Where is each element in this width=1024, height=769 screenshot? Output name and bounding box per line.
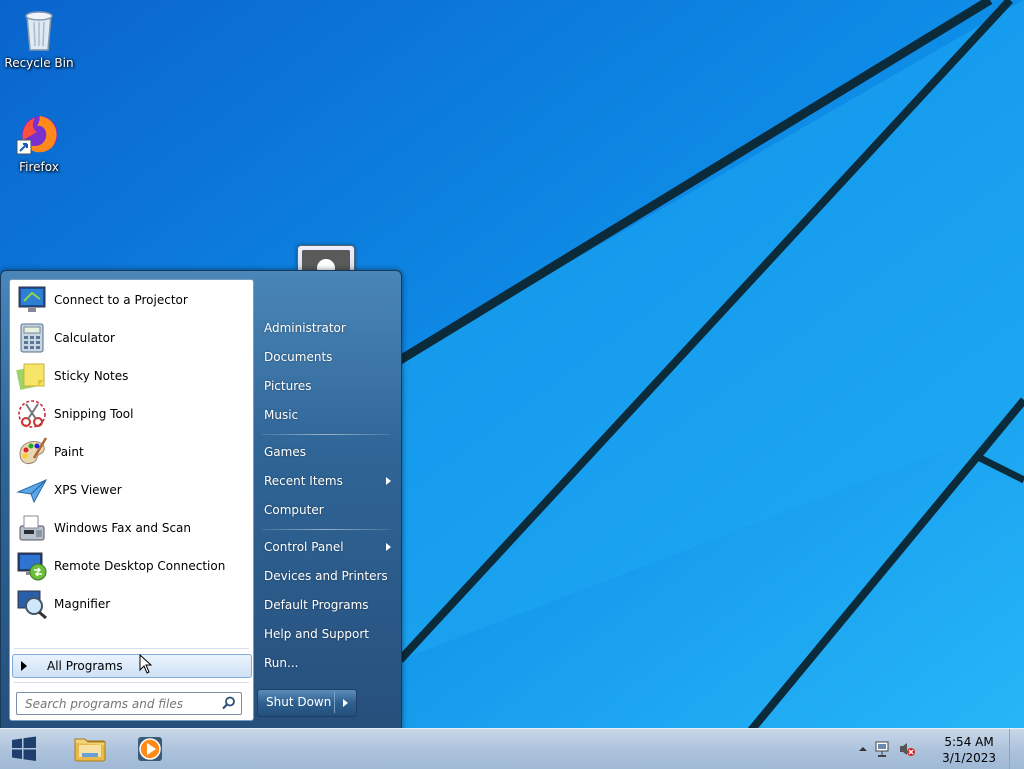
program-paint[interactable]: Paint	[12, 434, 250, 470]
program-snipping-tool[interactable]: Snipping Tool	[12, 396, 250, 432]
link-label: Help and Support	[264, 627, 369, 641]
right-pane-separator	[262, 434, 390, 435]
start-link-help-and-support[interactable]: Help and Support	[262, 621, 394, 647]
programs-separator	[14, 648, 249, 649]
link-label: Administrator	[264, 321, 346, 335]
firefox-icon	[15, 110, 63, 158]
clock-time: 5:54 AM	[944, 735, 994, 749]
magnifier-icon	[16, 588, 48, 620]
search-input[interactable]	[23, 695, 217, 713]
shut-down-divider	[334, 692, 335, 713]
start-link-default-programs[interactable]: Default Programs	[262, 592, 394, 618]
remote-desktop-icon	[16, 550, 48, 582]
program-label: Calculator	[54, 331, 115, 345]
media-player-icon	[138, 737, 162, 761]
shut-down-button[interactable]: Shut Down	[257, 689, 357, 717]
start-link-pictures[interactable]: Pictures	[262, 373, 394, 399]
paper-plane-icon	[16, 474, 48, 506]
start-link-music[interactable]: Music	[262, 402, 394, 428]
program-label: Windows Fax and Scan	[54, 521, 192, 535]
taskbar: 5:54 AM 3/1/2023	[0, 728, 1024, 769]
program-label: Paint	[54, 445, 84, 459]
desktop-icon-label: Firefox	[19, 160, 59, 174]
projector-icon	[16, 284, 48, 316]
sticky-notes-icon	[16, 360, 48, 392]
calculator-icon	[16, 322, 48, 354]
all-programs-button[interactable]: All Programs	[12, 654, 252, 678]
taskbar-file-explorer[interactable]	[72, 733, 108, 765]
recycle-bin-icon	[15, 6, 63, 54]
link-label: Devices and Printers	[264, 569, 388, 583]
link-label: Music	[264, 408, 299, 422]
start-link-devices-and-printers[interactable]: Devices and Printers	[262, 563, 394, 589]
start-link-control-panel[interactable]: Control Panel	[262, 534, 394, 560]
link-label: Run...	[264, 656, 299, 670]
show-hidden-icons-icon[interactable]	[858, 745, 868, 753]
clock-date: 3/1/2023	[942, 751, 996, 765]
start-link-recent-items[interactable]: Recent Items	[262, 468, 394, 494]
start-link-games[interactable]: Games	[262, 439, 394, 465]
start-link-administrator[interactable]: Administrator	[262, 315, 394, 341]
paint-palette-icon	[16, 436, 48, 468]
scissors-icon	[16, 398, 48, 430]
link-label: Default Programs	[264, 598, 369, 612]
program-label: Sticky Notes	[54, 369, 129, 383]
desktop-icon-label: Recycle Bin	[4, 56, 74, 70]
mouse-cursor-icon	[139, 654, 153, 674]
search-icon[interactable]	[222, 696, 236, 713]
show-desktop-button[interactable]	[1009, 729, 1024, 769]
start-menu-programs-pane: Connect to a Projector Calculator Sticky…	[9, 279, 254, 721]
taskbar-media-player[interactable]	[132, 733, 168, 765]
start-search-box[interactable]	[16, 692, 242, 715]
network-icon[interactable]	[874, 740, 892, 758]
program-label: Remote Desktop Connection	[54, 559, 226, 573]
program-label: XPS Viewer	[54, 483, 122, 497]
program-xps-viewer[interactable]: XPS Viewer	[12, 472, 250, 508]
shut-down-options-arrow-icon[interactable]	[343, 699, 348, 707]
program-label: Snipping Tool	[54, 407, 134, 421]
program-windows-fax-and-scan[interactable]: Windows Fax and Scan	[12, 510, 250, 546]
link-label: Documents	[264, 350, 333, 364]
all-programs-label: All Programs	[47, 659, 123, 673]
submenu-arrow-icon	[386, 477, 391, 485]
windows-logo-icon	[12, 736, 36, 761]
search-separator	[14, 682, 249, 683]
program-sticky-notes[interactable]: Sticky Notes	[12, 358, 250, 394]
link-label: Recent Items	[264, 474, 343, 488]
desktop-icon-recycle-bin[interactable]: Recycle Bin	[0, 6, 78, 70]
program-remote-desktop-connection[interactable]: Remote Desktop Connection	[12, 548, 250, 584]
start-button[interactable]	[8, 736, 40, 762]
link-label: Games	[264, 445, 306, 459]
start-link-documents[interactable]: Documents	[262, 344, 394, 370]
file-explorer-icon	[74, 738, 106, 762]
link-label: Pictures	[264, 379, 312, 393]
volume-muted-icon[interactable]	[898, 741, 916, 757]
submenu-arrow-icon	[386, 543, 391, 551]
taskbar-clock[interactable]: 5:54 AM 3/1/2023	[942, 734, 996, 766]
shut-down-label: Shut Down	[266, 695, 332, 709]
expand-arrow-icon	[21, 661, 27, 671]
fax-icon	[16, 512, 48, 544]
right-pane-separator	[262, 529, 390, 530]
link-label: Computer	[264, 503, 324, 517]
start-link-computer[interactable]: Computer	[262, 497, 394, 523]
system-tray: 5:54 AM 3/1/2023	[854, 729, 1024, 769]
program-label: Connect to a Projector	[54, 293, 188, 307]
program-magnifier[interactable]: Magnifier	[12, 586, 250, 622]
program-calculator[interactable]: Calculator	[12, 320, 250, 356]
desktop-icon-firefox[interactable]: Firefox	[0, 110, 78, 174]
link-label: Control Panel	[264, 540, 344, 554]
program-connect-to-a-projector[interactable]: Connect to a Projector	[12, 282, 250, 318]
program-label: Magnifier	[54, 597, 111, 611]
start-link-run[interactable]: Run...	[262, 650, 394, 676]
